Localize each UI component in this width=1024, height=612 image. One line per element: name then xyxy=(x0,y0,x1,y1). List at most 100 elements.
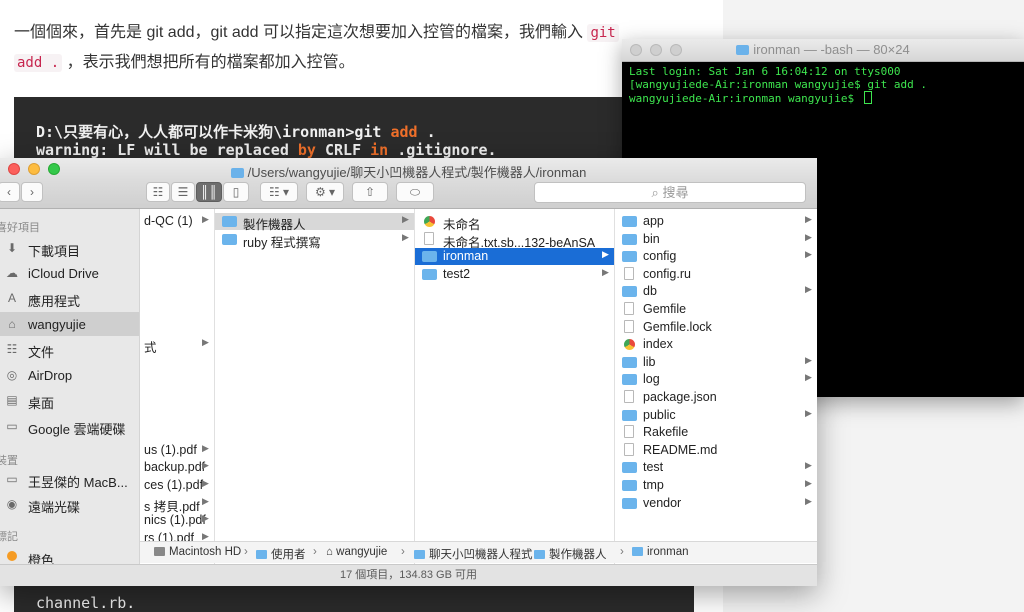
list-item[interactable]: README.md xyxy=(615,442,817,459)
folder-icon xyxy=(622,251,637,263)
chevron-right-icon: ▶ xyxy=(202,513,209,524)
list-item[interactable]: config.ru xyxy=(615,266,817,283)
list-item[interactable]: db ▶ xyxy=(615,283,817,300)
list-item-label: Gemfile.lock xyxy=(643,319,712,334)
article-text: 一個個來，首先是 git add，git add 可以指定這次想要加入控管的檔案… xyxy=(14,24,583,41)
chevron-right-icon: ▶ xyxy=(202,495,209,506)
applications-icon: A xyxy=(7,291,16,305)
list-item-label: Rakefile xyxy=(643,425,689,440)
list-item[interactable]: Gemfile xyxy=(615,301,817,318)
path-item-home[interactable]: ⌂ wangyujie xyxy=(326,546,387,558)
gallery-view-button[interactable]: ▯ xyxy=(223,182,249,202)
sidebar-item-documents[interactable]: ☷ 文件 xyxy=(0,337,139,361)
arrange-button[interactable]: ☷ ▾ xyxy=(260,182,298,202)
list-item[interactable]: s 拷貝.pdf ▶ xyxy=(140,495,214,514)
document-icon xyxy=(624,390,634,403)
list-item-label: index xyxy=(643,337,673,352)
list-item[interactable]: app ▶ xyxy=(615,213,817,230)
path-item-disk[interactable]: Macintosh HD xyxy=(154,546,241,558)
sidebar-item-desktop[interactable]: ▤ 桌面 xyxy=(0,388,139,412)
article-paragraph: add . ，表示我們想把所有的檔案都加入控管。 xyxy=(14,48,355,72)
list-item-label: public xyxy=(643,407,676,422)
chevron-right-icon: ▶ xyxy=(402,231,409,242)
list-item[interactable]: 未命名.txt.sb...132-beAnSA xyxy=(415,231,614,250)
folder-icon xyxy=(622,480,637,491)
download-icon: ⬇ xyxy=(6,241,18,255)
list-item-label: app xyxy=(643,214,664,228)
chrome-file-icon xyxy=(424,216,435,227)
finder-window[interactable]: /Users/wangyujie/聊天小凹機器人程式/製作機器人/ironman… xyxy=(0,158,817,586)
list-item[interactable]: 未命名 xyxy=(415,213,614,232)
list-item[interactable]: index xyxy=(615,336,817,353)
list-item[interactable]: 式 ▶ xyxy=(140,336,214,355)
list-item[interactable]: ironman ▶ xyxy=(415,248,614,266)
list-item[interactable]: config ▶ xyxy=(615,248,817,265)
list-item[interactable]: lib ▶ xyxy=(615,354,817,371)
code-line: warning: LF will be replaced by CRLF in … xyxy=(36,141,497,159)
list-item[interactable]: Rakefile xyxy=(615,424,817,441)
action-button[interactable]: ⚙ ▾ xyxy=(306,182,344,202)
document-icon xyxy=(624,266,634,280)
share-button[interactable]: ⇧ xyxy=(352,182,388,202)
sidebar-item-downloads[interactable]: ⬇ 下載項目 xyxy=(0,236,139,260)
column-view-button[interactable]: ║║ xyxy=(196,182,222,202)
list-item[interactable]: Gemfile.lock xyxy=(615,319,817,336)
disk-icon xyxy=(154,547,165,556)
finder-column-3[interactable]: 未命名 未命名.txt.sb...132-beAnSA ironman ▶ test2 ▶ xyxy=(415,209,615,564)
finder-title-bar[interactable]: /Users/wangyujie/聊天小凹機器人程式/製作機器人/ironman xyxy=(0,158,817,180)
list-item-label: ruby 程式撰寫 xyxy=(243,235,321,250)
list-item[interactable]: public ▶ xyxy=(615,407,817,424)
sidebar-item-icloud[interactable]: ☁ iCloud Drive xyxy=(0,261,139,285)
list-item[interactable]: us (1).pdf ▶ xyxy=(140,442,214,459)
finder-column-1[interactable]: d-QC (1) ▶ 式 ▶ us (1).pdf ▶ backup.pdf ▶ ces (1)… xyxy=(140,209,215,564)
folder-icon xyxy=(632,547,643,556)
tags-button[interactable]: ⬭ xyxy=(396,182,434,202)
list-item[interactable]: log ▶ xyxy=(615,371,817,388)
cursor-icon xyxy=(863,91,872,104)
path-item-users[interactable]: 使用者 xyxy=(256,546,306,562)
finder-sidebar: 喜好項目 ⬇ 下載項目 ☁ iCloud Drive A 應用程式 ⌂ wang… xyxy=(0,209,140,564)
icon-view-button[interactable]: ☷ xyxy=(146,182,170,202)
sidebar-header: 喜好項目 xyxy=(0,222,40,234)
list-item[interactable]: 製作機器人 ▶ xyxy=(215,213,414,232)
sidebar-item-google-drive[interactable]: ▭ Google 雲端硬碟 xyxy=(0,414,139,438)
list-item-label: README.md xyxy=(643,442,718,457)
sidebar-item-home[interactable]: ⌂ wangyujie xyxy=(0,312,139,336)
chevron-right-icon: ▶ xyxy=(805,460,812,471)
list-item[interactable]: vendor ▶ xyxy=(615,495,817,512)
list-item[interactable]: test ▶ xyxy=(615,459,817,476)
list-view-button[interactable]: ☰ xyxy=(171,182,195,202)
list-item[interactable]: tmp ▶ xyxy=(615,477,817,494)
folder-icon xyxy=(222,233,237,245)
finder-column-4[interactable]: app ▶ bin ▶ config ▶ config.ru db ▶ Gemfile Gemfil… xyxy=(615,209,817,564)
sidebar-item-macbook[interactable]: ▭ 王昱傑的 MacB... xyxy=(0,467,139,491)
chevron-right-icon: ▶ xyxy=(202,460,209,471)
document-icon xyxy=(624,425,634,439)
sidebar-item-applications[interactable]: A 應用程式 xyxy=(0,286,139,310)
path-item-ironman[interactable]: ironman xyxy=(632,546,689,558)
inline-code: add . xyxy=(14,54,63,72)
list-item[interactable]: test2 ▶ xyxy=(415,266,614,283)
list-item[interactable]: bin ▶ xyxy=(615,231,817,248)
sidebar-item-tag-orange[interactable]: 橙色 xyxy=(0,545,139,564)
list-item[interactable]: backup.pdf ▶ xyxy=(140,459,214,476)
list-item[interactable]: ces (1).pdf ▶ xyxy=(140,477,214,494)
back-button[interactable]: ‹ xyxy=(0,182,20,202)
path-item-robot[interactable]: 製作機器人 xyxy=(534,546,607,562)
list-item-label: nics (1).pdf xyxy=(144,513,206,528)
list-item[interactable]: nics (1).pdf ▶ xyxy=(140,512,214,529)
sidebar-item-airdrop[interactable]: ◎ AirDrop xyxy=(0,363,139,387)
list-item-label: config.ru xyxy=(643,266,691,281)
terminal-prompt-line[interactable]: wangyujiede-Air:ironman wangyujie$ xyxy=(629,91,872,105)
list-item[interactable]: package.json xyxy=(615,389,817,406)
finder-column-2[interactable]: 製作機器人 ▶ ruby 程式撰寫 ▶ xyxy=(215,209,415,564)
chevron-right-icon: ▶ xyxy=(602,266,609,277)
list-item[interactable]: ruby 程式撰寫 ▶ xyxy=(215,231,414,250)
search-input[interactable]: ⌕ 搜尋 xyxy=(534,182,806,203)
forward-button[interactable]: › xyxy=(21,182,43,202)
terminal-title-bar[interactable]: ironman — -bash — 80×24 xyxy=(622,39,1024,62)
chevron-right-icon: ▶ xyxy=(202,214,209,224)
sidebar-item-remote-disc[interactable]: ◉ 遠端光碟 xyxy=(0,492,139,516)
list-item[interactable]: d-QC (1) ▶ xyxy=(140,213,214,230)
path-item-project[interactable]: 聊天小凹機器人程式 xyxy=(414,546,533,562)
